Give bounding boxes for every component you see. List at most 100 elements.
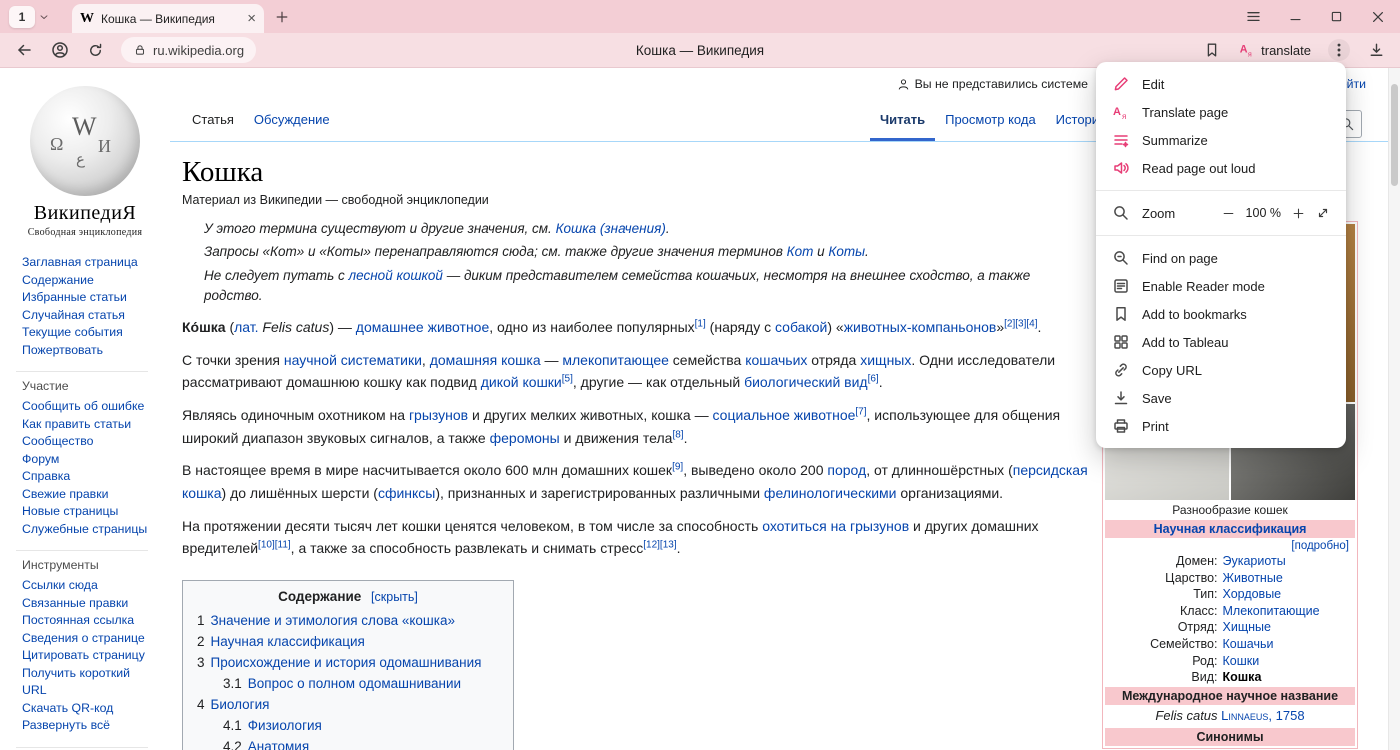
profile-icon[interactable] [50,40,70,60]
reference-link[interactable]: [9] [672,462,683,473]
translate-button[interactable]: Aя translate [1238,41,1311,59]
wiki-link[interactable]: грызунов [409,407,468,423]
toc-link[interactable]: Вопрос о полном одомашнивании [248,676,461,691]
new-tab-button[interactable] [274,9,290,25]
close-button[interactable] [1370,9,1386,25]
wiki-link[interactable]: научной систематики [284,352,422,368]
wiki-link[interactable]: , 1758 [1268,708,1304,723]
wikipedia-logo[interactable]: WΩИع [30,86,140,196]
wiki-link[interactable]: Linnaeus [1221,708,1268,723]
menu-item-summarize[interactable]: Summarize [1096,126,1346,154]
sidebar-link[interactable]: Скачать QR-код [22,700,170,718]
sidebar-link[interactable]: Цитировать страницу [22,647,170,665]
taxonomy-value[interactable]: Кошачьи [1223,636,1274,653]
menu-item-add-to-tableau[interactable]: Add to Tableau [1096,328,1346,356]
menu-item-add-to-bookmarks[interactable]: Add to bookmarks [1096,300,1346,328]
wiki-link[interactable]: собакой [775,319,827,335]
tab-view-source[interactable]: Просмотр кода [935,100,1046,141]
toc-link[interactable]: Биология [211,697,270,712]
tab-article[interactable]: Статья [182,100,244,141]
wiki-link[interactable]: млекопитающее [562,352,669,368]
reference-link[interactable]: [1] [695,318,706,329]
toc-link[interactable]: Значение и этимология слова «кошка» [211,613,455,628]
taxonomy-value[interactable]: Эукариоты [1223,553,1286,570]
wiki-link[interactable]: пород [827,462,866,478]
sidebar-link[interactable]: Пожертвовать [22,342,170,360]
sidebar-link[interactable]: Постоянная ссылка [22,612,170,630]
wiki-link[interactable]: кошачьих [745,352,807,368]
taxonomy-value[interactable]: Животные [1223,570,1283,587]
scrollbar-thumb[interactable] [1391,84,1398,186]
page-scrollbar[interactable] [1388,68,1400,750]
browser-tab[interactable]: W Кошка — Википедия × [72,4,264,33]
wiki-link[interactable]: лесной кошкой [349,268,443,283]
sidebar-link[interactable]: Связанные правки [22,595,170,613]
reference-link[interactable]: [8] [672,429,683,440]
bookmark-flag-icon[interactable] [1203,41,1221,59]
taxonomy-value[interactable]: Кошки [1223,653,1260,670]
reference-link[interactable]: [2][3][4] [1004,318,1037,329]
sidebar-link[interactable]: Развернуть всё [22,717,170,735]
details-link[interactable]: [подробно] [1105,538,1355,553]
sidebar-link[interactable]: Ссылки сюда [22,577,170,595]
tab-close-icon[interactable]: × [247,11,256,26]
wiki-link[interactable]: хищных [860,352,911,368]
wiki-link[interactable]: сфинксы [378,485,435,501]
address-bar[interactable]: ru.wikipedia.org [121,37,256,63]
tab-list-chevron-icon[interactable] [38,11,50,23]
minimize-button[interactable] [1288,9,1303,24]
menu-item-copy-url[interactable]: Copy URL [1096,356,1346,384]
more-options-icon[interactable] [1328,39,1350,61]
menu-item-print[interactable]: Print [1096,412,1346,440]
wiki-link[interactable]: социальное животное [713,407,856,423]
wiki-link[interactable]: Коты [828,244,865,259]
wiki-link[interactable]: дикой кошки [481,374,562,390]
reference-link[interactable]: [12][13] [643,540,676,551]
sidebar-link[interactable]: Сообщить об ошибке [22,398,170,416]
tab-talk[interactable]: Обсуждение [244,100,340,141]
reload-icon[interactable] [86,41,105,60]
menu-item-find-on-page[interactable]: Find on page [1096,244,1346,272]
reference-link[interactable]: [5] [562,374,573,385]
downloads-icon[interactable] [1367,41,1386,60]
wiki-link[interactable]: Кошка (значения) [556,221,666,236]
taxonomy-value[interactable]: Хищные [1223,619,1271,636]
sidebar-link[interactable]: Содержание [22,272,170,290]
toc-link[interactable]: Анатомия [248,739,309,750]
back-icon[interactable] [14,40,34,60]
sidebar-link[interactable]: Справка [22,468,170,486]
taxonomy-value[interactable]: Хордовые [1223,586,1282,603]
reference-link[interactable]: [7] [855,406,866,417]
sidebar-link[interactable]: Текущие события [22,324,170,342]
sidebar-link[interactable]: Как править статьи [22,416,170,434]
wiki-link[interactable]: домашнее животное [356,319,489,335]
menu-item-save[interactable]: Save [1096,384,1346,412]
tab-read[interactable]: Читать [870,100,935,141]
fullscreen-icon[interactable] [1316,206,1330,220]
wiki-link[interactable]: феромоны [490,430,560,446]
toc-hide-link[interactable]: [скрыть] [371,590,418,604]
toc-link[interactable]: Физиология [248,718,322,733]
reference-link[interactable]: [6] [868,374,879,385]
toc-link[interactable]: Происхождение и история одомашнивания [211,655,482,670]
sidebar-link[interactable]: Сведения о странице [22,630,170,648]
menu-item-read-aloud[interactable]: Read page out loud [1096,154,1346,182]
sidebar-link[interactable]: Форум [22,451,170,469]
menu-item-reader-mode[interactable]: Enable Reader mode [1096,272,1346,300]
sidebar-link[interactable]: Служебные страницы [22,521,170,539]
wiki-link[interactable]: животных-компаньонов [844,319,997,335]
wiki-link[interactable]: биологический вид [744,374,868,390]
lock-icon[interactable] [133,43,147,57]
sidebar-link[interactable]: Избранные статьи [22,289,170,307]
sidebar-link[interactable]: Заглавная страница [22,254,170,272]
wiki-link[interactable]: охотиться на грызунов [762,518,909,534]
tab-counter-button[interactable]: 1 [9,6,35,28]
browser-menu-icon[interactable] [1245,8,1262,25]
wiki-link[interactable]: лат. [234,319,258,335]
toc-link[interactable]: Научная классификация [211,634,365,649]
menu-item-edit[interactable]: Edit [1096,70,1346,98]
wiki-link[interactable]: домашняя кошка [430,352,541,368]
sidebar-link[interactable]: Получить короткий URL [22,665,170,700]
taxonomy-value[interactable]: Млекопитающие [1223,603,1320,620]
sidebar-link[interactable]: Случайная статья [22,307,170,325]
